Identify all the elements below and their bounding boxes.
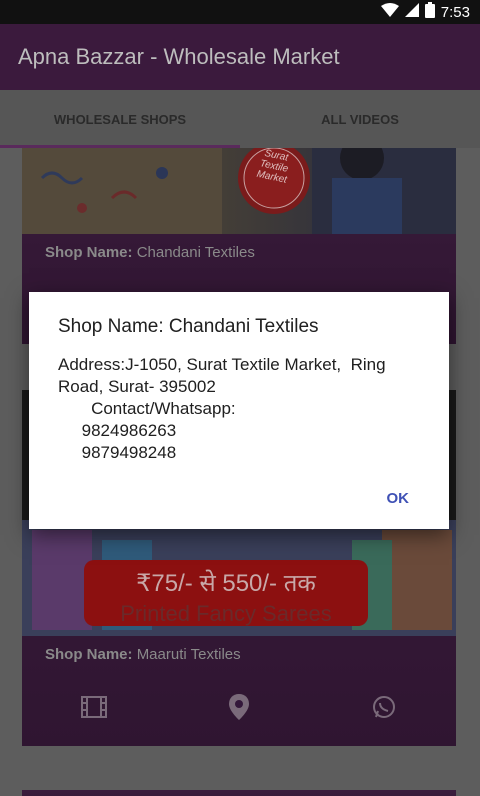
shop-name-label: Shop Name: Maaruti Textiles: [45, 646, 241, 663]
status-bar: 7:53: [0, 0, 480, 24]
shop-actions: [22, 687, 456, 727]
price-banner-subtitle: Printed Fancy Sarees: [120, 601, 332, 626]
whatsapp-icon[interactable]: [370, 693, 398, 721]
tab-label: WHOLESALE SHOPS: [53, 111, 187, 127]
status-time: 7:53: [440, 3, 470, 21]
ok-button[interactable]: OK: [387, 486, 410, 511]
price-banner-price: ₹75/- से 550/- तक: [136, 570, 316, 597]
signal-icon: [404, 3, 419, 21]
dialog-body: Address:J-1050, Surat Textile Market, Ri…: [58, 355, 386, 462]
video-icon[interactable]: [80, 693, 108, 721]
shop-card[interactable]: [22, 790, 456, 796]
app-title: Apna Bazzar - Wholesale Market: [18, 44, 340, 69]
price-banner: ₹75/- से 550/- तक Printed Fancy Sarees: [84, 560, 368, 626]
tab-label: ALL VIDEOS: [321, 111, 399, 127]
wifi-icon: [380, 3, 399, 21]
shop-name-label: Shop Name: Chandani Textiles: [45, 244, 255, 261]
tab-wholesale-shops[interactable]: WHOLESALE SHOPS: [0, 90, 240, 148]
location-pin-icon[interactable]: [225, 693, 253, 721]
battery-icon: [424, 2, 435, 22]
tab-bar: WHOLESALE SHOPS ALL VIDEOS: [0, 90, 480, 148]
dialog-title: Shop Name: Chandani Textiles: [58, 316, 319, 337]
shop-image: Surat Textile Market: [22, 148, 456, 234]
app-bar: Apna Bazzar - Wholesale Market: [0, 24, 480, 90]
shop-details-dialog: Shop Name: Chandani Textiles Address:J-1…: [29, 292, 449, 529]
shop-image-art: [22, 148, 456, 234]
tab-all-videos[interactable]: ALL VIDEOS: [240, 90, 480, 148]
